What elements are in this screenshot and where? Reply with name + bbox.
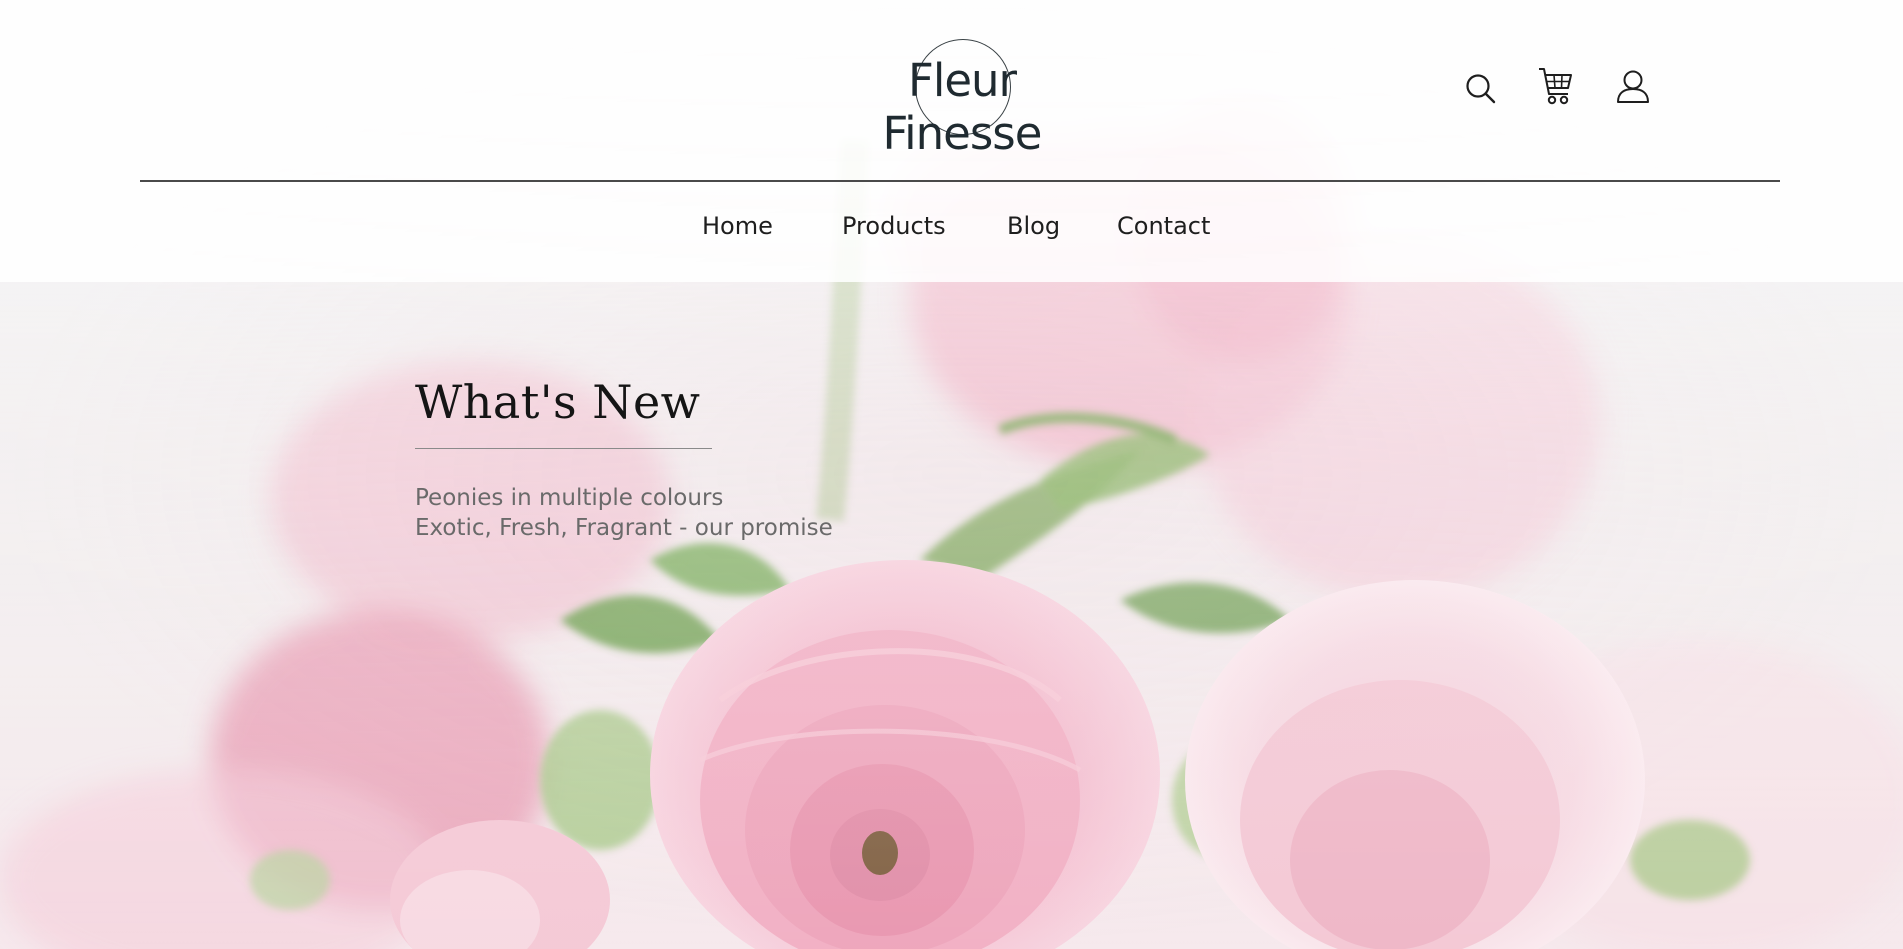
search-icon [1466, 74, 1496, 104]
whats-new-text: Peonies in multiple colours Exotic, Fres… [415, 483, 1015, 543]
logo-text: Fleur Finesse [882, 54, 1043, 160]
whats-new-heading: What's New [415, 375, 701, 429]
nav-products[interactable]: Products [842, 212, 946, 240]
main-nav: Home Products Blog Contact [0, 212, 1903, 252]
account-button[interactable] [1613, 64, 1653, 108]
user-icon [1617, 70, 1649, 103]
promo-line: Exotic, Fresh, Fragrant - our promise [415, 515, 833, 541]
header-divider [140, 180, 1780, 182]
nav-contact[interactable]: Contact [1117, 212, 1210, 240]
whats-new-section: What's New Peonies in multiple colours E… [415, 374, 1015, 543]
header-icons [1460, 64, 1660, 112]
page: Fleur Finesse Home Products Blog Contact… [0, 0, 1903, 949]
search-button[interactable] [1460, 64, 1500, 108]
brand-logo[interactable]: Fleur Finesse [832, 36, 1092, 160]
cart-button[interactable] [1535, 64, 1575, 108]
promo-line: Peonies in multiple colours [415, 485, 724, 511]
nav-home[interactable]: Home [702, 212, 773, 240]
whats-new-divider [415, 448, 712, 449]
nav-blog[interactable]: Blog [1007, 212, 1060, 240]
cart-icon [1539, 68, 1572, 105]
site-header: Fleur Finesse Home Products Blog Contact [0, 0, 1903, 282]
